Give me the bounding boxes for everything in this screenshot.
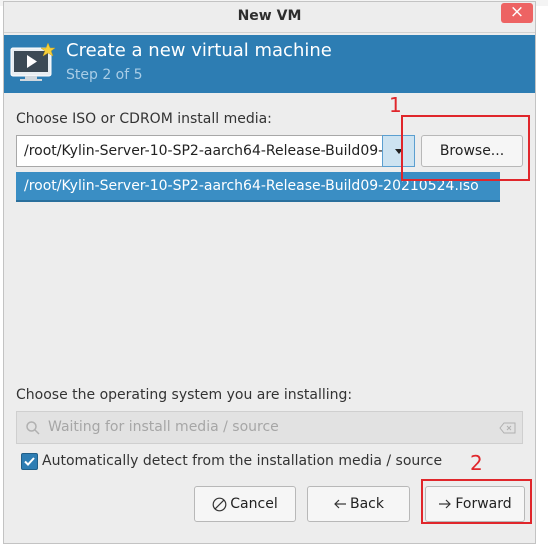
cancel-label: Cancel: [230, 496, 278, 512]
close-button[interactable]: ×: [501, 3, 533, 23]
os-search-input[interactable]: Waiting for install media / source: [16, 411, 523, 444]
back-button[interactable]: Back: [307, 486, 410, 522]
back-label: Back: [350, 496, 384, 512]
os-select-label: Choose the operating system you are inst…: [16, 387, 353, 403]
os-search-placeholder: Waiting for install media / source: [48, 419, 279, 435]
auto-detect-checkbox[interactable]: [21, 453, 38, 470]
checkmark-icon: [24, 457, 35, 466]
vm-monitor-icon: [10, 43, 56, 81]
wizard-step-indicator: Step 2 of 5: [66, 67, 143, 83]
cancel-button[interactable]: Cancel: [194, 486, 296, 522]
annotation-marker-1: 1: [389, 93, 402, 117]
annotation-marker-2: 2: [470, 451, 483, 475]
annotation-box-1: [401, 115, 530, 181]
wizard-title: Create a new virtual machine: [66, 40, 332, 61]
cancel-icon: [212, 497, 227, 511]
search-icon: [26, 421, 40, 435]
title-bar: New VM ×: [4, 2, 535, 33]
arrow-left-icon: [334, 499, 346, 509]
dialog-title: New VM: [237, 8, 302, 24]
install-media-input[interactable]: /root/Kylin-Server-10-SP2-aarch64-Releas…: [16, 135, 383, 167]
auto-detect-label[interactable]: Automatically detect from the installati…: [42, 453, 442, 469]
clear-text-icon[interactable]: [499, 422, 516, 434]
install-media-label: Choose ISO or CDROM install media:: [16, 111, 272, 127]
wizard-banner: Create a new virtual machine Step 2 of 5: [4, 35, 535, 93]
annotation-box-2: [421, 479, 532, 524]
new-vm-dialog: New VM × Create a new virtual machine St…: [3, 1, 536, 544]
